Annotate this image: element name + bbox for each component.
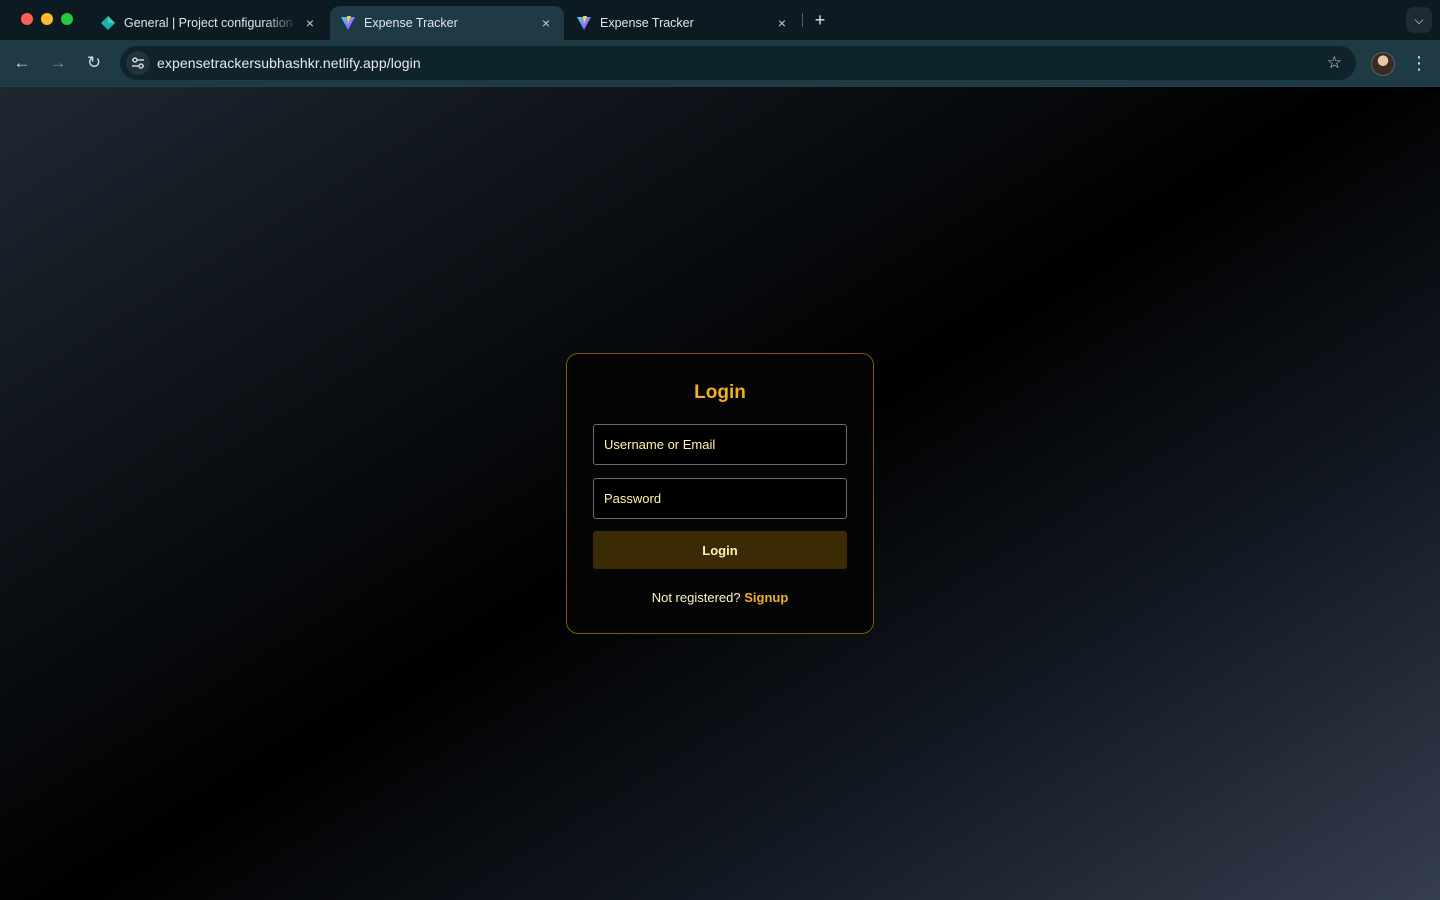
login-heading: Login	[694, 382, 746, 403]
signup-link[interactable]: Signup	[744, 590, 788, 605]
url-text[interactable]: expensetrackersubhashkr.netlify.app/logi…	[157, 55, 421, 71]
new-tab-button[interactable]: +	[810, 8, 830, 32]
signup-prompt: Not registered? Signup	[567, 590, 873, 605]
tab-separator	[802, 13, 803, 27]
browser-toolbar: ← → ↻ expensetrackersubhashkr.netlify.ap…	[0, 40, 1440, 87]
signup-prompt-text: Not registered?	[651, 590, 741, 605]
page-viewport: Login Login Not registered? Signup	[0, 87, 1440, 900]
profile-avatar[interactable]	[1371, 52, 1395, 76]
tab-close-icon[interactable]: ×	[772, 15, 792, 31]
vite-favicon-icon	[577, 16, 591, 30]
more-vert-icon[interactable]: ⋮	[1410, 51, 1428, 75]
tab-title: Expense Tracker	[364, 16, 458, 30]
maximize-window-button[interactable]	[61, 13, 73, 25]
browser-window: General | Project configuration × Expens…	[0, 0, 1440, 900]
reload-icon[interactable]: ↻	[83, 52, 105, 74]
tab-close-icon[interactable]: ×	[536, 15, 556, 31]
address-bar[interactable]: expensetrackersubhashkr.netlify.app/logi…	[120, 46, 1356, 80]
arrow-left-icon[interactable]: ←	[11, 52, 33, 74]
tab-general-project-configuration[interactable]: General | Project configuration ×	[90, 6, 328, 40]
tab-expense-tracker[interactable]: Expense Tracker ×	[566, 6, 800, 40]
minimize-window-button[interactable]	[41, 13, 53, 25]
close-window-button[interactable]	[21, 13, 33, 25]
chevron-down-icon[interactable]: ⌵	[1406, 7, 1432, 33]
username-input[interactable]	[593, 424, 847, 465]
tab-expense-tracker-active[interactable]: Expense Tracker ×	[330, 6, 564, 40]
login-card: Login Login Not registered? Signup	[566, 353, 874, 634]
tab-title: Expense Tracker	[600, 16, 694, 30]
arrow-right-icon[interactable]: →	[47, 52, 69, 74]
login-button[interactable]: Login	[593, 531, 847, 569]
tab-title: General | Project configuration	[124, 16, 293, 30]
tune-icon[interactable]	[126, 51, 150, 75]
password-input[interactable]	[593, 478, 847, 519]
vite-favicon-icon	[341, 16, 355, 30]
tab-close-icon[interactable]: ×	[300, 15, 320, 31]
diamond-favicon-icon	[101, 16, 115, 30]
star-icon[interactable]: ☆	[1327, 53, 1342, 73]
tab-strip: General | Project configuration × Expens…	[0, 0, 1440, 40]
